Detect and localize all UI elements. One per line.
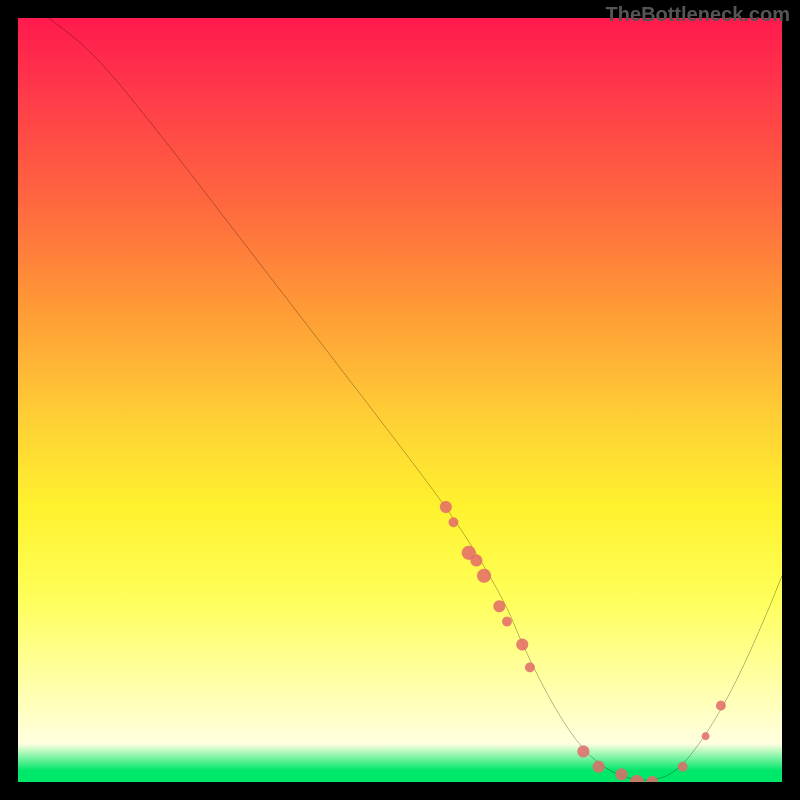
chart-marker [702,732,710,740]
chart-plot-area [18,18,782,782]
watermark-text: TheBottleneck.com [606,4,790,27]
chart-marker [470,554,482,566]
chart-marker [577,745,589,757]
chart-marker [516,638,528,650]
chart-marker [477,569,491,583]
chart-marker [449,517,459,527]
chart-marker [493,600,505,612]
chart-marker [502,617,512,627]
chart-marker [646,776,658,782]
chart-marker [593,761,605,773]
chart-marker [525,662,535,672]
chart-curve [49,18,782,780]
chart-markers [440,501,726,782]
chart-marker [678,762,688,772]
chart-marker [716,701,726,711]
chart-svg [18,18,782,782]
chart-marker [616,768,628,780]
chart-marker [630,775,644,782]
chart-marker [440,501,452,513]
